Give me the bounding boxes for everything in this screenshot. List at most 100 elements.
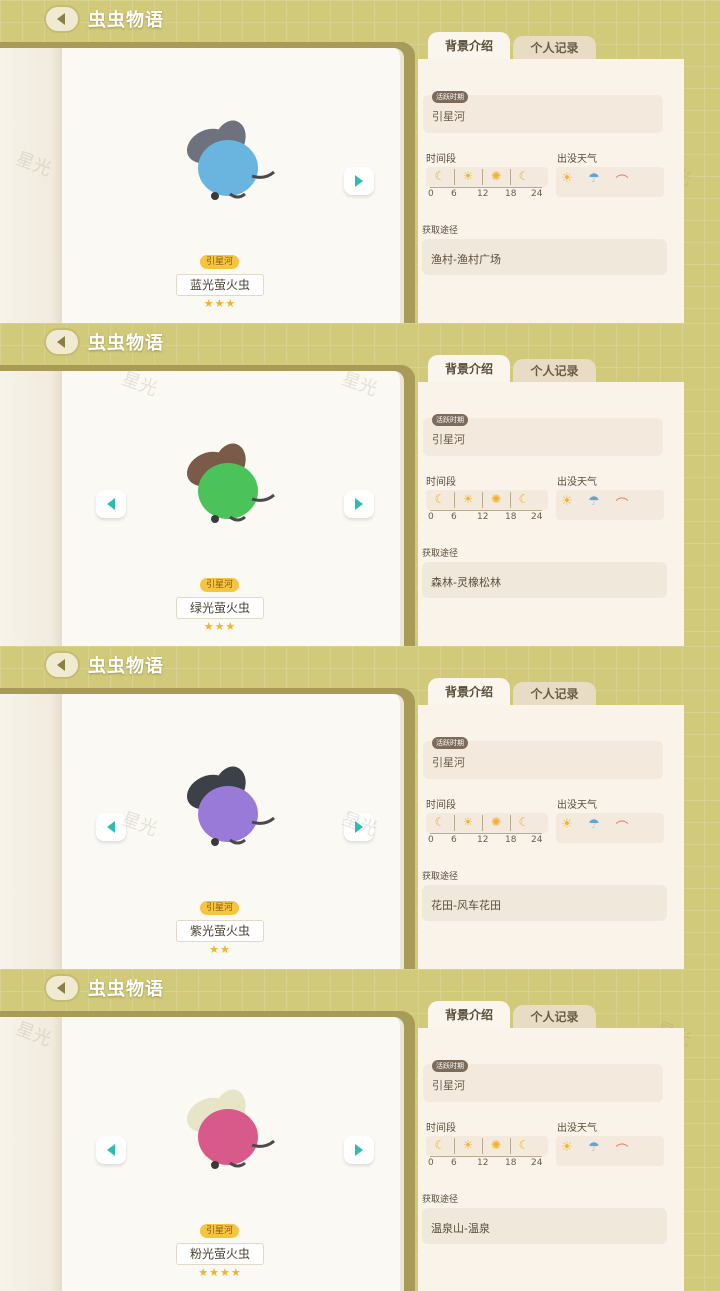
sun-icon: ☀ (561, 817, 573, 832)
divider (482, 169, 483, 185)
sunrise-icon: ☀ (462, 1138, 474, 1152)
sun-icon: ✺ (490, 1138, 502, 1152)
book-spine (0, 371, 62, 646)
time-period-label: 时间段 (426, 800, 456, 811)
divider (482, 1138, 483, 1154)
source-value: 花田-风车花田 (431, 899, 501, 912)
next-bug-button[interactable] (344, 813, 374, 841)
source-value: 温泉山-温泉 (431, 1222, 490, 1235)
time-tick: 6 (451, 835, 457, 845)
back-button[interactable] (44, 974, 80, 1002)
time-period-label: 时间段 (426, 477, 456, 488)
firefly-image (186, 443, 275, 523)
tab-personal-record[interactable]: 个人记录 (513, 682, 596, 706)
sunrise-icon: ☀ (462, 492, 474, 506)
rain-icon: ☂ (588, 817, 600, 832)
moon-icon: ☾ (518, 169, 530, 183)
next-bug-button[interactable] (344, 1136, 374, 1164)
divider (454, 1138, 455, 1154)
bug-encyclopedia-screen: 虫虫物语 引星河 粉光萤火虫 ★★★★ 星光 星光 个人记录 背景介绍 活跃时期 (0, 969, 720, 1291)
info-panel: 活跃时期 引星河 时间段 出没天气 ☾ ☀ ✺ ☾ 0 6 12 18 24 ☀… (418, 59, 684, 323)
book-page: 引星河 紫光萤火虫 ★★ (0, 694, 404, 969)
bug-name: 紫光萤火虫 (176, 920, 264, 942)
moon-icon: ☾ (518, 1138, 530, 1152)
time-axis (430, 187, 542, 188)
weather-label: 出没天气 (557, 154, 597, 165)
habitat-badge: 引星河 (200, 255, 240, 269)
rarity-stars: ★★★ (203, 620, 237, 633)
page-title: 虫虫物语 (88, 979, 164, 1000)
time-tick: 12 (477, 189, 489, 199)
page-title: 虫虫物语 (88, 10, 164, 31)
arrow-left-icon (107, 498, 115, 510)
book-spine (0, 1017, 62, 1291)
next-bug-button[interactable] (344, 490, 374, 518)
sun-icon: ✺ (490, 815, 502, 829)
bug-name: 粉光萤火虫 (176, 1243, 264, 1265)
moon-icon: ☾ (518, 492, 530, 506)
divider (510, 1138, 511, 1154)
arrow-left-icon (107, 821, 115, 833)
time-tick: 0 (428, 512, 434, 522)
divider (510, 169, 511, 185)
time-tick: 18 (505, 1158, 517, 1168)
active-region-value: 引星河 (432, 756, 465, 769)
time-tick: 6 (451, 189, 457, 199)
firefly-image (186, 120, 275, 200)
book-page: 引星河 粉光萤火虫 ★★★★ (0, 1017, 404, 1291)
weather-label: 出没天气 (557, 477, 597, 488)
sunrise-icon: ☀ (462, 815, 474, 829)
sun-icon: ✺ (490, 492, 502, 506)
active-region-value: 引星河 (432, 433, 465, 446)
sun-icon: ✺ (490, 169, 502, 183)
back-arrow-icon (57, 13, 65, 25)
rainbow-icon: ⌒ (615, 1144, 629, 1159)
back-button[interactable] (44, 5, 80, 33)
time-axis (430, 1156, 542, 1157)
prev-bug-button[interactable] (96, 1136, 126, 1164)
time-tick: 24 (531, 512, 543, 522)
divider (454, 815, 455, 831)
tab-personal-record[interactable]: 个人记录 (513, 36, 596, 60)
rain-icon: ☂ (588, 171, 600, 186)
time-tick: 12 (477, 835, 489, 845)
rainbow-icon: ⌒ (615, 821, 629, 836)
source-label: 获取途径 (422, 1195, 459, 1205)
time-tick: 0 (428, 835, 434, 845)
tab-personal-record[interactable]: 个人记录 (513, 1005, 596, 1029)
divider (510, 815, 511, 831)
back-arrow-icon (57, 982, 65, 994)
prev-bug-button[interactable] (96, 813, 126, 841)
tab-background[interactable]: 背景介绍 (428, 32, 510, 60)
info-panel: 活跃时期 引星河 时间段 出没天气 ☾ ☀ ✺ ☾ 0 6 12 18 24 ☀… (418, 1028, 684, 1291)
time-period-label: 时间段 (426, 154, 456, 165)
tab-background[interactable]: 背景介绍 (428, 1001, 510, 1029)
weather-label: 出没天气 (557, 1123, 597, 1134)
source-label: 获取途径 (422, 872, 459, 882)
active-period-label: 活跃时期 (432, 414, 468, 426)
habitat-badge: 引星河 (200, 1224, 240, 1238)
back-button[interactable] (44, 651, 80, 679)
tab-personal-record[interactable]: 个人记录 (513, 359, 596, 383)
page-title: 虫虫物语 (88, 656, 164, 677)
book-page: 引星河 蓝光萤火虫 ★★★ (0, 48, 404, 323)
rainbow-icon: ⌒ (615, 498, 629, 513)
source-label: 获取途径 (422, 549, 459, 559)
habitat-badge: 引星河 (200, 901, 240, 915)
sunrise-icon: ☀ (462, 169, 474, 183)
bug-encyclopedia-screen: 虫虫物语 引星河 绿光萤火虫 ★★★ 星光 星光 个人记录 背景介绍 活跃时期 (0, 323, 720, 646)
time-tick: 0 (428, 1158, 434, 1168)
back-button[interactable] (44, 328, 80, 356)
moon-icon: ☾ (434, 169, 446, 183)
book-spine (0, 48, 62, 323)
time-tick: 18 (505, 512, 517, 522)
prev-bug-button[interactable] (96, 490, 126, 518)
bug-name: 蓝光萤火虫 (176, 274, 264, 296)
next-bug-button[interactable] (344, 167, 374, 195)
bug-name: 绿光萤火虫 (176, 597, 264, 619)
arrow-left-icon (107, 1144, 115, 1156)
tab-background[interactable]: 背景介绍 (428, 355, 510, 383)
time-tick: 24 (531, 189, 543, 199)
source-label: 获取途径 (422, 226, 459, 236)
tab-background[interactable]: 背景介绍 (428, 678, 510, 706)
